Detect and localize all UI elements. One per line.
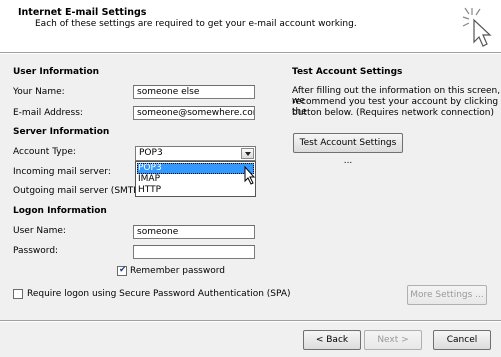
account-type-value: POP3 <box>139 148 163 158</box>
header-divider <box>0 52 501 54</box>
user-info-heading: User Information <box>13 67 100 77</box>
your-name-field[interactable]: someone else <box>133 85 255 99</box>
account-type-dropdown: POP3 IMAP HTTP <box>135 161 256 197</box>
password-field[interactable] <box>133 245 255 259</box>
spa-checkbox[interactable] <box>13 289 23 299</box>
chevron-down-icon[interactable] <box>241 148 254 159</box>
user-name-field[interactable]: someone <box>133 225 255 239</box>
test-description-line-3: button below. (Requires network connecti… <box>292 108 494 118</box>
mouse-pointer-icon <box>244 166 256 185</box>
account-type-label: Account Type: <box>13 147 76 157</box>
email-address-label: E-mail Address: <box>13 108 83 118</box>
page-subtitle: Each of these settings are required to g… <box>35 19 357 29</box>
user-name-label: User Name: <box>13 226 66 236</box>
server-info-heading: Server Information <box>13 127 110 137</box>
your-name-label: Your Name: <box>13 87 65 97</box>
logon-info-heading: Logon Information <box>13 206 107 216</box>
account-type-select[interactable]: POP3 <box>135 146 256 161</box>
footer-divider <box>0 320 501 322</box>
cancel-button[interactable]: Cancel <box>433 330 491 350</box>
remember-password-checkbox[interactable] <box>117 265 127 276</box>
password-label: Password: <box>13 246 59 256</box>
incoming-server-label: Incoming mail server: <box>13 167 111 177</box>
remember-password-label: Remember password <box>130 266 225 276</box>
outgoing-server-label: Outgoing mail server (SMTP): <box>13 186 146 196</box>
next-button[interactable]: Next > <box>364 330 422 350</box>
option-pop3[interactable]: POP3 <box>137 163 254 174</box>
email-address-field[interactable]: someone@somewhere.com <box>133 106 255 120</box>
spa-label: Require logon using Secure Password Auth… <box>27 289 291 299</box>
more-settings-button[interactable]: More Settings ... <box>407 285 487 305</box>
back-button[interactable]: < Back <box>303 330 361 350</box>
option-http[interactable]: HTTP <box>137 185 254 196</box>
option-imap[interactable]: IMAP <box>137 174 254 185</box>
page-title: Internet E-mail Settings <box>18 7 147 18</box>
test-account-settings-button[interactable]: Test Account Settings ... <box>293 133 403 166</box>
test-settings-heading: Test Account Settings <box>292 67 403 77</box>
cursor-click-icon <box>462 7 492 47</box>
